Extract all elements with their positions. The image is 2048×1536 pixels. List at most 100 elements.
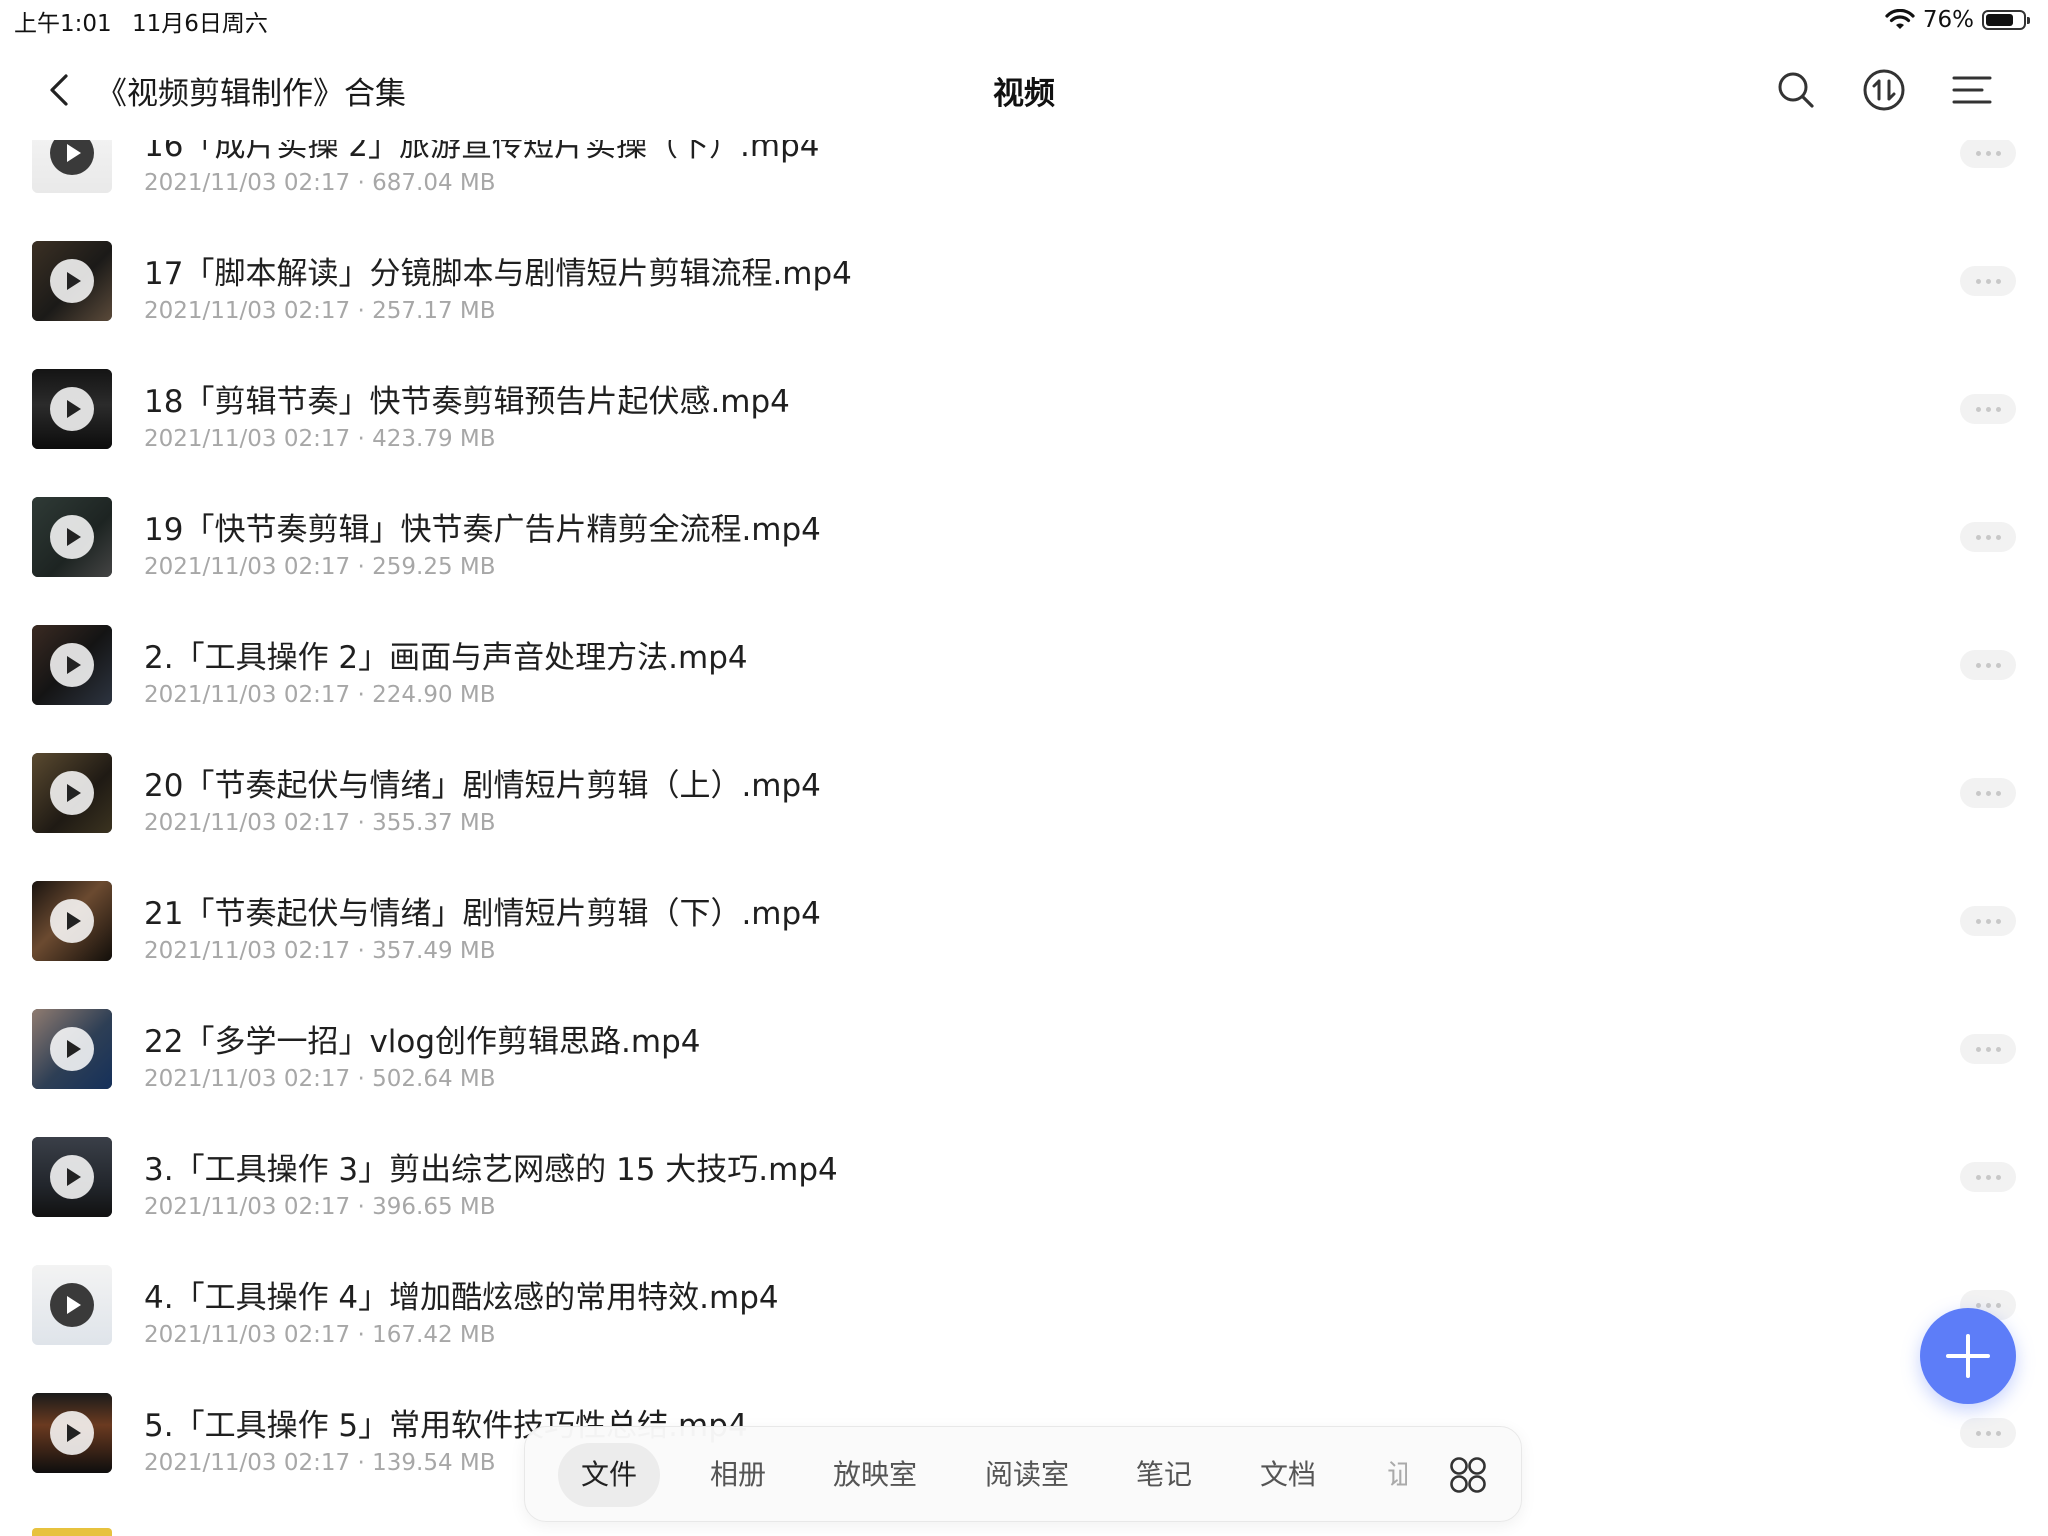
more-options-button[interactable] <box>1960 1162 2016 1192</box>
video-thumbnail[interactable] <box>32 241 112 321</box>
meta-separator: · <box>350 810 373 836</box>
video-thumbnail[interactable] <box>32 1393 112 1473</box>
battery-level-fill <box>1986 14 2013 26</box>
play-icon <box>50 387 94 431</box>
video-thumbnail[interactable] <box>32 753 112 833</box>
file-row[interactable]: 18「剪辑节奏」快节奏剪辑预告片起伏感.mp4 2021/11/03 02:17 … <box>0 354 2048 482</box>
more-options-button[interactable] <box>1960 1034 2016 1064</box>
video-thumbnail[interactable] <box>32 1009 112 1089</box>
more-dots-icon <box>1995 278 2001 284</box>
more-options-button[interactable] <box>1960 906 2016 936</box>
file-date: 2021/11/03 02:17 <box>144 1066 351 1092</box>
file-row[interactable]: 3.「工具操作 3」剪出综艺网感的 15 大技巧.mp4 2021/11/03 0… <box>0 1122 2048 1250</box>
file-meta: 2021/11/03 02:17 · 224.90 MB <box>144 682 496 708</box>
tab-notes[interactable]: 笔记 <box>1129 1443 1199 1507</box>
tab-files[interactable]: 文件 <box>558 1443 660 1507</box>
more-dots-icon <box>1985 1430 1991 1436</box>
status-indicators: 76% <box>1885 4 2030 36</box>
menu-icon <box>1952 76 1992 104</box>
file-date: 2021/11/03 02:17 <box>144 554 351 580</box>
menu-button[interactable] <box>1946 64 1998 116</box>
more-dots-icon <box>1975 1174 1981 1180</box>
meta-separator: · <box>350 1450 373 1476</box>
file-name: 22「多学一招」vlog创作剪辑思路.mp4 <box>144 1024 701 1060</box>
video-thumbnail[interactable] <box>32 881 112 961</box>
file-date: 2021/11/03 02:17 <box>144 170 351 196</box>
file-meta: 2021/11/03 02:17 · 396.65 MB <box>144 1194 496 1220</box>
more-options-button[interactable] <box>1960 266 2016 296</box>
file-row[interactable]: 20「节奏起伏与情绪」剧情短片剪辑（上）.mp4 2021/11/03 02:17… <box>0 738 2048 866</box>
file-size: 259.25 MB <box>372 554 496 580</box>
file-row[interactable]: 22「多学一招」vlog创作剪辑思路.mp4 2021/11/03 02:17 ·… <box>0 994 2048 1122</box>
navigation-bar: 《视频剪辑制作》合集 视频 <box>0 40 2048 140</box>
more-options-button[interactable] <box>1960 650 2016 680</box>
file-meta: 2021/11/03 02:17 · 502.64 MB <box>144 1066 496 1092</box>
tab-reading-room[interactable]: 阅读室 <box>977 1443 1077 1507</box>
more-dots-icon <box>1975 918 1981 924</box>
file-size: 502.64 MB <box>372 1066 496 1092</box>
tab-docs[interactable]: 文档 <box>1253 1443 1323 1507</box>
file-row[interactable]: 19「快节奏剪辑」快节奏广告片精剪全流程.mp4 2021/11/03 02:17… <box>0 482 2048 610</box>
next-thumbnail-peek <box>32 1528 112 1536</box>
more-options-button[interactable] <box>1960 394 2016 424</box>
more-dots-icon <box>1985 662 1991 668</box>
more-dots-icon <box>1985 406 1991 412</box>
more-tabs-button[interactable] <box>1446 1453 1490 1497</box>
file-size: 423.79 MB <box>372 426 496 452</box>
video-thumbnail[interactable] <box>32 497 112 577</box>
meta-separator: · <box>350 298 373 324</box>
status-bar: 上午1:01 11月6日周六 76% <box>0 0 2048 40</box>
more-dots-icon <box>1975 150 1981 156</box>
more-options-button[interactable] <box>1960 778 2016 808</box>
file-row[interactable]: 17「脚本解读」分镜脚本与剧情短片剪辑流程.mp4 2021/11/03 02:1… <box>0 226 2048 354</box>
more-dots-icon <box>1975 1302 1981 1308</box>
play-icon <box>50 1283 94 1327</box>
more-dots-icon <box>1975 1430 1981 1436</box>
play-icon <box>50 899 94 943</box>
file-row[interactable]: 21「节奏起伏与情绪」剧情短片剪辑（下）.mp4 2021/11/03 02:17… <box>0 866 2048 994</box>
file-date: 2021/11/03 02:17 <box>144 298 351 324</box>
play-icon <box>50 1027 94 1071</box>
more-dots-icon <box>1985 534 1991 540</box>
file-date: 2021/11/03 02:17 <box>144 1450 351 1476</box>
meta-separator: · <box>350 170 373 196</box>
more-options-button[interactable] <box>1960 138 2016 168</box>
video-thumbnail[interactable] <box>32 1265 112 1345</box>
meta-separator: · <box>350 1194 373 1220</box>
more-dots-icon <box>1995 1430 2001 1436</box>
more-dots-icon <box>1975 790 1981 796</box>
more-options-button[interactable] <box>1960 1418 2016 1448</box>
file-row[interactable]: 4.「工具操作 4」增加酷炫感的常用特效.mp4 2021/11/03 02:17… <box>0 1250 2048 1378</box>
tab-theater[interactable]: 放映室 <box>825 1443 925 1507</box>
file-date: 2021/11/03 02:17 <box>144 426 351 452</box>
file-row[interactable]: 2.「工具操作 2」画面与声音处理方法.mp4 2021/11/03 02:17 … <box>0 610 2048 738</box>
file-size: 396.65 MB <box>372 1194 496 1220</box>
more-dots-icon <box>1995 406 2001 412</box>
video-thumbnail[interactable] <box>32 625 112 705</box>
more-dots-icon <box>1985 790 1991 796</box>
play-icon <box>50 1155 94 1199</box>
file-date: 2021/11/03 02:17 <box>144 682 351 708</box>
file-size: 224.90 MB <box>372 682 496 708</box>
more-dots-icon <box>1985 1046 1991 1052</box>
more-dots-icon <box>1995 534 2001 540</box>
tab-partial[interactable]: 证 <box>1387 1443 1407 1507</box>
bottom-tab-bar: 文件 相册 放映室 阅读室 笔记 文档 证 <box>524 1426 1522 1522</box>
transfer-button[interactable] <box>1858 64 1910 116</box>
file-meta: 2021/11/03 02:17 · 355.37 MB <box>144 810 496 836</box>
file-meta: 2021/11/03 02:17 · 167.42 MB <box>144 1322 496 1348</box>
more-options-button[interactable] <box>1960 522 2016 552</box>
add-button[interactable] <box>1920 1308 2016 1404</box>
file-meta: 2021/11/03 02:17 · 423.79 MB <box>144 426 496 452</box>
search-button[interactable] <box>1770 64 1822 116</box>
file-size: 167.42 MB <box>372 1322 496 1348</box>
file-name: 17「脚本解读」分镜脚本与剧情短片剪辑流程.mp4 <box>144 256 852 292</box>
file-name: 3.「工具操作 3」剪出综艺网感的 15 大技巧.mp4 <box>144 1152 838 1188</box>
meta-separator: · <box>350 1322 373 1348</box>
video-thumbnail[interactable] <box>32 369 112 449</box>
file-meta: 2021/11/03 02:17 · 357.49 MB <box>144 938 496 964</box>
more-dots-icon <box>1995 662 2001 668</box>
tab-album[interactable]: 相册 <box>703 1443 773 1507</box>
more-dots-icon <box>1995 1046 2001 1052</box>
video-thumbnail[interactable] <box>32 1137 112 1217</box>
